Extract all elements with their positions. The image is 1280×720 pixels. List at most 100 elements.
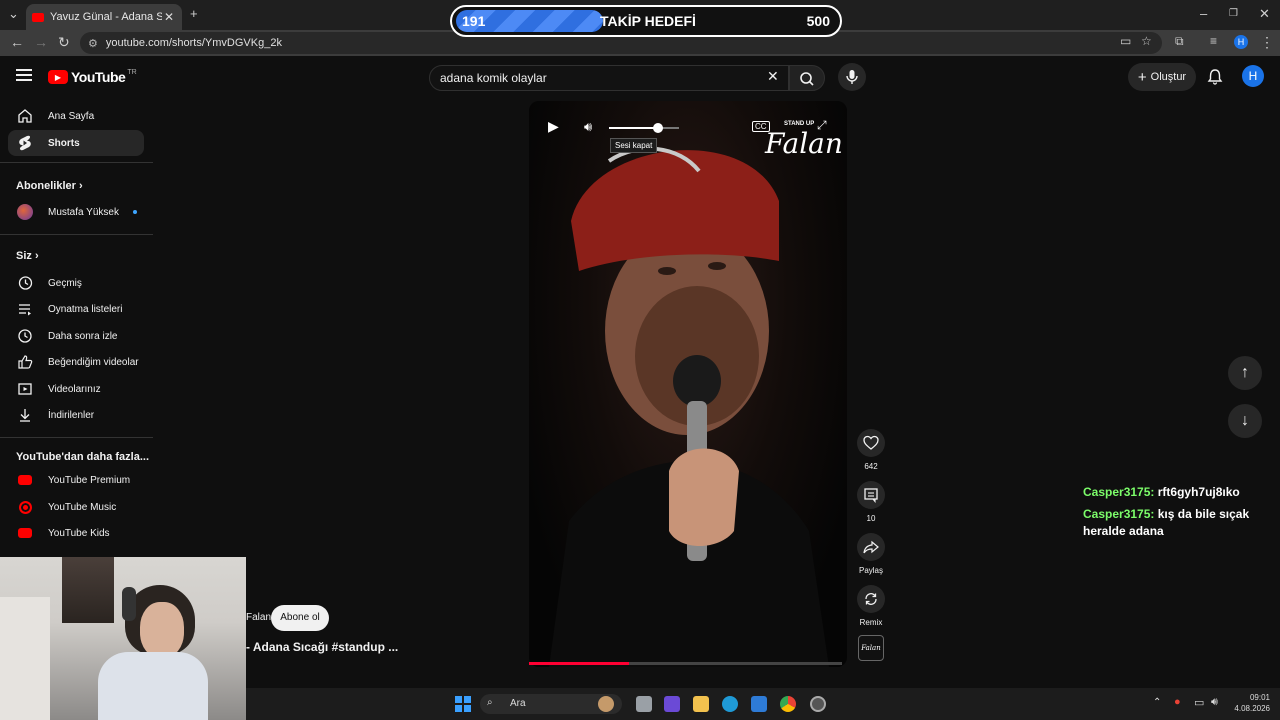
sidebar-label: YouTube Music <box>48 501 117 513</box>
youtube-logo[interactable]: ▶ YouTube TR <box>48 69 137 85</box>
headphones <box>122 587 136 621</box>
previous-short-button[interactable]: ↑ <box>1228 356 1262 390</box>
reload-icon[interactable]: ↻ <box>58 34 70 51</box>
history-icon <box>16 274 34 292</box>
youtube-premium-icon <box>16 471 34 489</box>
subscriptions-heading-text: Abonelikler <box>16 180 76 192</box>
subscriptions-heading[interactable]: Abonelikler › <box>16 180 83 192</box>
chrome-menu-icon[interactable]: ⋮ <box>1260 34 1274 51</box>
sidebar-item-history[interactable]: Geçmiş <box>8 270 144 296</box>
tray-chevron-up-icon[interactable]: ⌃ <box>1153 697 1161 708</box>
watermark-logo: Falan <box>765 127 843 160</box>
file-explorer-icon[interactable] <box>693 696 709 712</box>
back-icon[interactable]: ← <box>10 34 24 50</box>
channel-name-partial[interactable]: Falan <box>246 612 271 623</box>
subscription-channel-name: Mustafa Yüksek <box>48 206 119 218</box>
like-button[interactable] <box>857 429 885 457</box>
task-view-icon[interactable] <box>636 696 652 712</box>
new-content-dot <box>132 210 137 214</box>
new-tab-icon[interactable]: + <box>190 6 198 21</box>
microphone-icon <box>846 70 858 84</box>
search-input[interactable]: adana komik olaylar <box>429 65 789 91</box>
you-heading[interactable]: Siz › <box>16 250 39 262</box>
volume-icon[interactable]: 🔊︎ <box>584 119 592 135</box>
channel-thumbnail[interactable]: Falan <box>858 635 884 661</box>
remix-button[interactable] <box>857 585 885 613</box>
notifications-bell-icon[interactable] <box>1206 68 1224 91</box>
microphone-tray-icon[interactable]: ● <box>1174 696 1181 708</box>
shorts-video-player[interactable]: ▶ 🔊︎ CC ⤢ STAND UP Falan <box>529 101 847 667</box>
tab-search-icon[interactable]: ⌄ <box>8 6 19 22</box>
sidebar-item-shorts[interactable]: Shorts <box>8 130 144 156</box>
extensions-icon[interactable]: ⧉ <box>1175 34 1184 49</box>
cast-icon[interactable]: ▭ <box>1120 34 1131 48</box>
sidebar-label-home: Ana Sayfa <box>48 110 95 122</box>
store-icon[interactable] <box>751 696 767 712</box>
sidebar-item-youtube-music[interactable]: YouTube Music <box>8 494 144 520</box>
heart-icon <box>863 435 879 450</box>
sidebar-item-subscription[interactable]: Mustafa Yüksek <box>8 199 144 225</box>
clock-date: 4.08.2026 <box>1234 704 1270 713</box>
video-title[interactable]: - Adana Sıcağı #standup ... <box>246 640 398 654</box>
remix-icon <box>865 593 877 605</box>
chat-text: rft6gyh7uj8ıko <box>1157 485 1240 499</box>
youtube-music-icon <box>16 498 34 516</box>
maximize-icon[interactable]: ❐ <box>1229 8 1238 19</box>
playlist-icon <box>16 300 34 318</box>
site-info-icon[interactable]: ⚙ <box>88 37 98 50</box>
clear-search-icon[interactable]: ✕ <box>767 68 779 85</box>
sidebar-item-your-videos[interactable]: Videolarınız <box>8 376 144 402</box>
volume-slider-knob[interactable] <box>653 123 663 133</box>
arrow-up-icon: ↑ <box>1241 364 1249 381</box>
download-icon <box>16 406 34 424</box>
minimize-icon[interactable]: – <box>1200 6 1207 21</box>
video-progress-bar[interactable] <box>529 662 842 665</box>
close-window-icon[interactable]: ✕ <box>1259 6 1270 22</box>
sidebar-item-playlists[interactable]: Oynatma listeleri <box>8 296 144 322</box>
sidebar-item-youtube-kids[interactable]: YouTube Kids <box>8 520 144 546</box>
close-tab-icon[interactable]: ✕ <box>162 10 176 24</box>
forward-icon[interactable]: → <box>34 34 48 50</box>
bookmark-star-icon[interactable]: ☆ <box>1141 34 1152 48</box>
account-avatar[interactable]: H <box>1242 65 1264 87</box>
chrome-icon[interactable] <box>780 696 796 712</box>
subscribe-button[interactable]: Abone ol <box>271 605 329 631</box>
voice-search-button[interactable] <box>838 63 866 91</box>
sidebar-item-watch-later[interactable]: Daha sonra izle <box>8 323 144 349</box>
obs-icon[interactable] <box>810 696 826 712</box>
sidebar-item-liked-videos[interactable]: Beğendiğim videolar <box>8 349 144 375</box>
create-button[interactable]: + Oluştur <box>1128 63 1196 91</box>
profile-avatar[interactable]: H <box>1234 35 1248 49</box>
sidebar-item-youtube-premium[interactable]: YouTube Premium <box>8 467 144 493</box>
comment-icon <box>864 488 878 503</box>
taskbar-search-placeholder: Ara <box>510 698 526 709</box>
sidebar-label: Videolarınız <box>48 383 101 395</box>
chat-username: Casper3175: <box>1083 507 1155 521</box>
chevron-right-icon: › <box>78 180 83 192</box>
video-picture <box>549 146 829 667</box>
play-icon[interactable]: ▶ <box>548 118 559 135</box>
thumbs-up-icon <box>16 353 34 371</box>
sidebar-label: Geçmiş <box>48 277 82 289</box>
arrow-down-icon: ↓ <box>1241 412 1249 429</box>
microsoft-365-icon[interactable] <box>664 696 680 712</box>
display-tray-icon[interactable]: ▭ <box>1194 696 1204 709</box>
taskbar-search-highlight-icon[interactable] <box>598 696 614 712</box>
taskbar-clock[interactable]: 09:01 4.08.2026 <box>1230 692 1270 714</box>
reading-list-icon[interactable]: ≡ <box>1210 34 1217 48</box>
region-code: TR <box>127 69 137 76</box>
sidebar-item-downloads[interactable]: İndirilenler <box>8 402 144 428</box>
browser-tab[interactable]: Yavuz Günal - Adana Sıcağı #st... ✕ <box>26 4 182 30</box>
next-short-button[interactable]: ↓ <box>1228 404 1262 438</box>
volume-tray-icon[interactable]: 🔊︎ <box>1211 696 1218 709</box>
volume-slider[interactable] <box>609 123 679 133</box>
windows-start-icon[interactable] <box>455 696 471 712</box>
comments-button[interactable] <box>857 481 885 509</box>
sidebar-item-home[interactable]: Ana Sayfa <box>8 103 144 129</box>
hamburger-menu-icon[interactable] <box>16 69 32 81</box>
edge-icon[interactable] <box>722 696 738 712</box>
youtube-play-logo-icon: ▶ <box>48 70 68 84</box>
share-button[interactable] <box>857 533 885 561</box>
search-button[interactable] <box>789 65 825 91</box>
clock-icon <box>16 327 34 345</box>
